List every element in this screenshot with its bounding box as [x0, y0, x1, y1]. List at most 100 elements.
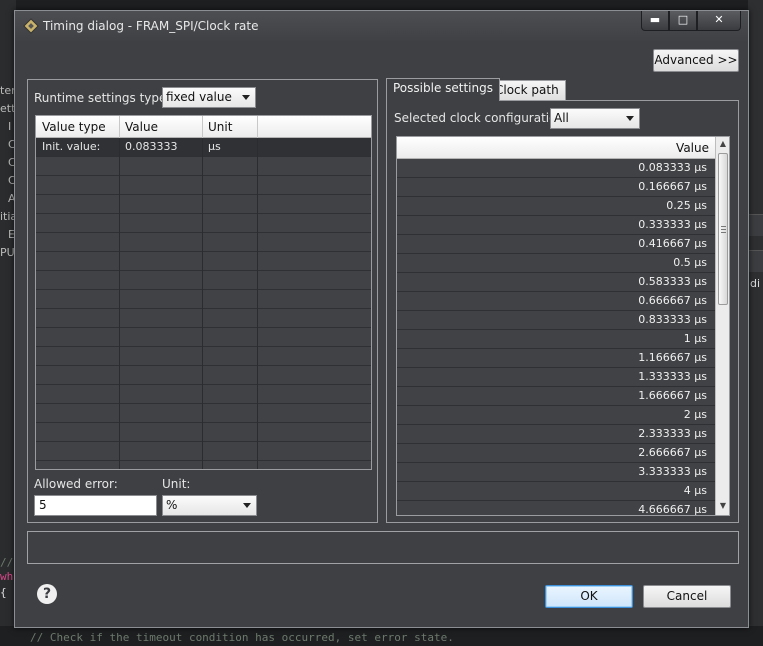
table-row[interactable]: [36, 157, 371, 176]
possible-settings-page: Selected clock configuration All Value 0…: [386, 100, 739, 523]
list-item-value: 0.25 µs: [666, 199, 707, 212]
chevron-down-icon: [243, 503, 251, 508]
ide-left-text: I: [8, 120, 12, 133]
list-item[interactable]: 0.25 µs: [397, 197, 715, 216]
column-header-unit[interactable]: Unit: [208, 120, 232, 134]
clock-configuration-value: All: [554, 111, 569, 125]
list-item[interactable]: 0.416667 µs: [397, 235, 715, 254]
table-row[interactable]: [36, 233, 371, 252]
chip-icon: [23, 18, 39, 34]
list-item[interactable]: 0.083333 µs: [397, 159, 715, 178]
ide-code-comment-top: //: [0, 556, 14, 569]
runtime-settings-type-label: Runtime settings type:: [34, 91, 171, 105]
ide-right-row: [748, 250, 763, 272]
list-item[interactable]: 4 µs: [397, 482, 715, 501]
tab-possible-settings[interactable]: Possible settings: [386, 78, 500, 101]
table-row[interactable]: [36, 328, 371, 347]
close-button[interactable]: ✕: [697, 11, 741, 31]
maximize-button[interactable]: □: [669, 11, 697, 31]
table-row[interactable]: [36, 252, 371, 271]
table-row[interactable]: [36, 347, 371, 366]
value-table: Value type Value Unit Init. value: 0.083…: [35, 115, 372, 470]
value-cell[interactable]: 0.083333: [125, 140, 178, 153]
table-row[interactable]: Init. value: 0.083333 µs: [36, 138, 371, 157]
clock-configuration-select[interactable]: All: [550, 108, 640, 129]
list-item[interactable]: 2.333333 µs: [397, 425, 715, 444]
table-row[interactable]: [36, 442, 371, 461]
list-item-value: 0.833333 µs: [638, 313, 707, 326]
list-item-value: 0.166667 µs: [638, 180, 707, 193]
list-item[interactable]: 0.333333 µs: [397, 216, 715, 235]
ok-button[interactable]: OK: [545, 585, 633, 608]
ide-code-comment: // Check if the timeout condition has oc…: [30, 631, 454, 644]
possible-values-list: Value 0.083333 µs 0.166667 µs 0.25 µs 0.333…: [396, 136, 730, 516]
runtime-settings-type-value: fixed value: [166, 90, 232, 104]
list-item-value: 4.666667 µs: [638, 503, 707, 516]
list-item[interactable]: 0.666667 µs: [397, 292, 715, 311]
list-item-value: 2.333333 µs: [638, 427, 707, 440]
message-area: [27, 531, 739, 564]
table-row[interactable]: [36, 423, 371, 442]
vertical-scrollbar[interactable]: ▲ ▼: [715, 137, 729, 515]
list-item[interactable]: 1.166667 µs: [397, 349, 715, 368]
clock-configuration-label: Selected clock configuration: [394, 111, 565, 125]
table-row[interactable]: [36, 176, 371, 195]
value-type-cell: Init. value:: [42, 140, 101, 153]
table-row[interactable]: [36, 290, 371, 309]
list-item-value: 0.416667 µs: [638, 237, 707, 250]
list-item[interactable]: 3.333333 µs: [397, 463, 715, 482]
help-icon[interactable]: ?: [37, 584, 57, 604]
possible-values-header[interactable]: Value: [397, 137, 715, 159]
unit-select-value: %: [166, 498, 178, 512]
timing-dialog: Timing dialog - FRAM_SPI/Clock rate ▬ □ …: [14, 10, 749, 628]
table-row[interactable]: [36, 366, 371, 385]
table-row[interactable]: [36, 461, 371, 469]
unit-label: Unit:: [162, 477, 191, 491]
cancel-button[interactable]: Cancel: [643, 585, 731, 608]
dialog-title: Timing dialog - FRAM_SPI/Clock rate: [43, 19, 259, 33]
list-item[interactable]: 2.666667 µs: [397, 444, 715, 463]
table-row[interactable]: [36, 404, 371, 423]
list-item[interactable]: 1 µs: [397, 330, 715, 349]
column-header-value[interactable]: Value: [125, 120, 158, 134]
table-row[interactable]: [36, 214, 371, 233]
advanced-button[interactable]: Advanced >>: [653, 49, 739, 72]
list-item-value: 0.333333 µs: [638, 218, 707, 231]
list-item[interactable]: 2 µs: [397, 406, 715, 425]
table-row[interactable]: [36, 309, 371, 328]
scrollbar-thumb[interactable]: [718, 153, 728, 305]
list-item-value: 2 µs: [683, 408, 707, 421]
allowed-error-input[interactable]: 5: [34, 495, 157, 516]
scroll-up-icon[interactable]: ▲: [716, 137, 729, 151]
chevron-down-icon: [242, 95, 250, 100]
list-item[interactable]: 0.583333 µs: [397, 273, 715, 292]
dialog-titlebar[interactable]: Timing dialog - FRAM_SPI/Clock rate ▬ □ …: [15, 11, 748, 41]
list-item-value: 1.166667 µs: [638, 351, 707, 364]
allowed-error-label: Allowed error:: [34, 477, 118, 491]
list-item-value: 0.083333 µs: [638, 161, 707, 174]
list-item-value: 1.333333 µs: [638, 370, 707, 383]
table-row[interactable]: [36, 271, 371, 290]
ide-right-row: [748, 214, 763, 236]
scroll-down-icon[interactable]: ▼: [716, 499, 729, 513]
table-row[interactable]: [36, 195, 371, 214]
list-item-value: 2.666667 µs: [638, 446, 707, 459]
unit-select[interactable]: %: [162, 495, 257, 516]
unit-cell[interactable]: µs: [208, 140, 221, 153]
chevron-down-icon: [626, 116, 634, 121]
list-item-value: 0.583333 µs: [638, 275, 707, 288]
list-item[interactable]: 0.5 µs: [397, 254, 715, 273]
column-header-value-type[interactable]: Value type: [42, 120, 106, 134]
table-row[interactable]: [36, 385, 371, 404]
list-item-value: 1 µs: [683, 332, 707, 345]
list-item[interactable]: 1.333333 µs: [397, 368, 715, 387]
list-item[interactable]: 0.833333 µs: [397, 311, 715, 330]
list-item[interactable]: 1.666667 µs: [397, 387, 715, 406]
list-item[interactable]: 4.666667 µs: [397, 501, 715, 516]
list-item-value: 3.333333 µs: [638, 465, 707, 478]
runtime-settings-type-select[interactable]: fixed value: [162, 87, 256, 108]
minimize-button[interactable]: ▬: [641, 11, 669, 31]
list-item-value: 1.666667 µs: [638, 389, 707, 402]
list-item[interactable]: 0.166667 µs: [397, 178, 715, 197]
list-item-value: 0.666667 µs: [638, 294, 707, 307]
